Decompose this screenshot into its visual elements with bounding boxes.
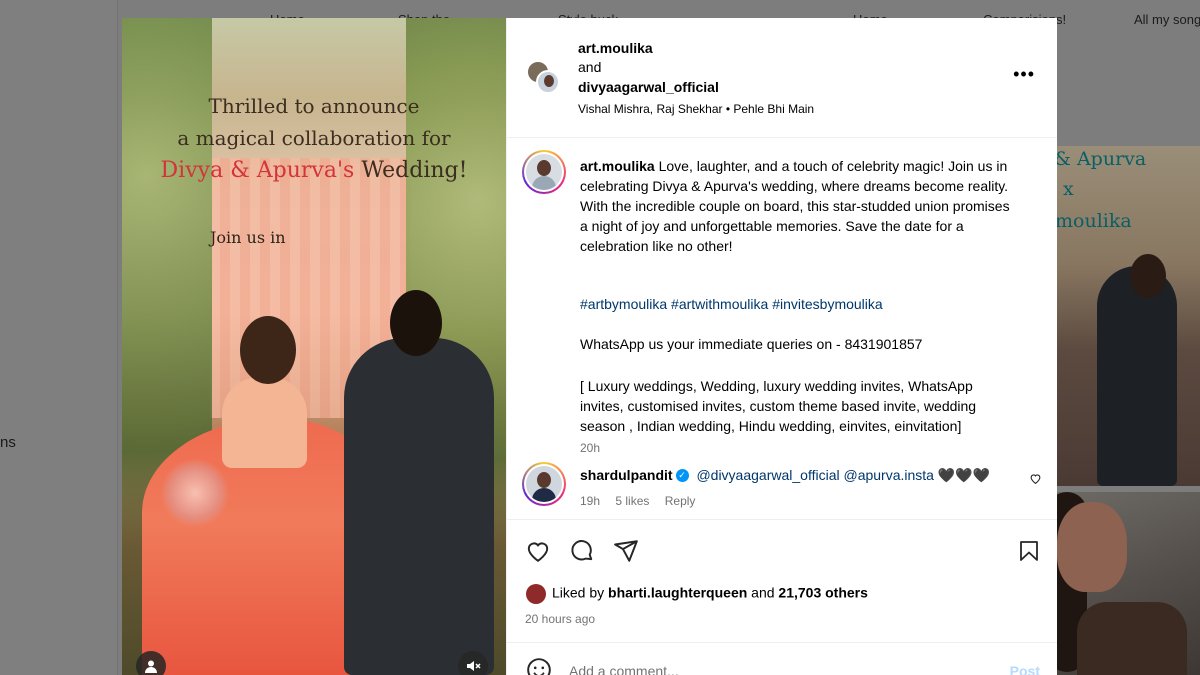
post-actions: [507, 519, 1057, 583]
comment-input[interactable]: Add a comment...: [569, 663, 679, 675]
invite-couple-names: Divya & Apurva's: [160, 158, 355, 183]
post-timestamp: 20 hours ago: [525, 612, 596, 626]
background-post-thumbnail: & Apurva x moulika: [1057, 146, 1200, 486]
commenter-username[interactable]: shardulpandit: [580, 467, 673, 483]
post-sidebar: art.moulika and divyaagarwal_official Vi…: [506, 18, 1057, 675]
avatar-image: [526, 466, 562, 502]
likes-and: and: [751, 584, 775, 601]
audio-track-link[interactable]: Vishal Mishra, Raj Shekhar • Pehle Bhi M…: [578, 102, 814, 116]
comment-item: shardulpandit ✓ @divyaagarwal_official @a…: [507, 458, 1057, 518]
user-icon: [145, 660, 157, 673]
commenter-avatar[interactable]: [522, 462, 566, 506]
invite-wedding-word: Wedding!: [361, 158, 468, 183]
collaborator-username[interactable]: divyaagarwal_official: [578, 79, 719, 95]
invite-line-3: Divya & Apurva's Wedding!: [122, 158, 506, 183]
liked-by-text: Liked by: [552, 584, 605, 601]
illustration-groom: [1097, 266, 1177, 486]
invite-line-2: a magical collaboration for: [177, 126, 451, 150]
background-sidebar-text: ns: [0, 434, 16, 451]
liker-username[interactable]: bharti.laughterqueen: [608, 585, 747, 601]
illustration-flowers: [160, 458, 230, 528]
illustration-groom-head: [390, 290, 442, 356]
illustration-groom-body: [344, 338, 494, 675]
illustration-face: [1057, 502, 1127, 592]
verified-badge-icon: ✓: [675, 468, 689, 482]
invite-join-text: Join us in: [210, 228, 286, 247]
background-sidebar: ns: [0, 0, 118, 675]
comment-reply-button[interactable]: Reply: [665, 494, 696, 508]
caption-hashtags[interactable]: #artbymoulika #artwithmoulika #invitesby…: [580, 296, 883, 312]
liker-avatar[interactable]: [526, 584, 546, 604]
avatar-divyaagarwal[interactable]: [536, 70, 560, 94]
caption-timestamp: 20h: [580, 441, 601, 455]
comment-mention[interactable]: @divyaagarwal_official: [696, 467, 839, 483]
save-bookmark-icon[interactable]: [1017, 538, 1041, 564]
caption-username[interactable]: art.moulika: [580, 158, 655, 174]
likes-summary: Liked by bharti.laughterqueen and 21,703…: [526, 584, 868, 604]
background-card-text: x: [1063, 178, 1074, 200]
collab-and-text: and: [578, 59, 602, 75]
illustration-bride-head: [240, 316, 296, 384]
comment-bubble-icon[interactable]: [569, 538, 595, 564]
background-card-text: & Apurva: [1057, 148, 1147, 170]
emoji-smiley-icon[interactable]: [526, 657, 552, 675]
background-post-thumbnail: [1057, 492, 1200, 675]
post-comment-button[interactable]: Post: [1010, 663, 1040, 675]
author-username[interactable]: art.moulika: [578, 40, 653, 56]
share-send-icon[interactable]: [613, 538, 639, 564]
comment-timestamp: 19h: [580, 494, 601, 508]
like-heart-icon[interactable]: [525, 538, 551, 564]
caption-text: art.moulika Love, laughter, and a touch …: [580, 156, 1020, 256]
post-header: art.moulika and divyaagarwal_official Vi…: [507, 18, 1057, 138]
invite-line-1: Thrilled to announce: [208, 94, 420, 118]
comment-mention[interactable]: @apurva.insta: [843, 467, 933, 483]
caption-keywords: [ Luxury weddings, Wedding, luxury weddi…: [580, 378, 977, 434]
comment-emoji: 🖤🖤🖤: [937, 467, 991, 483]
comment-likes[interactable]: 5 likes: [615, 494, 649, 508]
post-media[interactable]: Thrilled to announce a magical collabora…: [122, 18, 506, 675]
illustration-head: [1130, 254, 1166, 298]
add-comment-bar: Add a comment... Post: [507, 642, 1057, 675]
comment-meta: 19h 5 likes Reply: [580, 494, 707, 508]
mute-button[interactable]: [458, 651, 488, 675]
comment-text: shardulpandit ✓ @divyaagarwal_official @a…: [580, 467, 990, 484]
volume-off-icon: [467, 661, 481, 671]
background-grid: & Apurva x moulika: [1057, 98, 1200, 675]
illustration-bride-back: [222, 378, 307, 468]
background-nav-link: All my song: [1134, 12, 1200, 27]
avatar-image: [526, 154, 562, 190]
like-comment-heart-icon[interactable]: [1029, 472, 1042, 485]
post-modal: Thrilled to announce a magical collabora…: [122, 18, 1057, 675]
illustration-outfit: [1077, 602, 1187, 675]
background-card-text: moulika: [1057, 210, 1132, 232]
more-options-button[interactable]: •••: [1013, 64, 1035, 85]
caption-whatsapp: WhatsApp us your immediate queries on - …: [580, 336, 923, 352]
tagged-users-button[interactable]: [136, 651, 166, 675]
caption-avatar[interactable]: [522, 150, 566, 194]
likes-others[interactable]: 21,703 others: [778, 585, 868, 601]
